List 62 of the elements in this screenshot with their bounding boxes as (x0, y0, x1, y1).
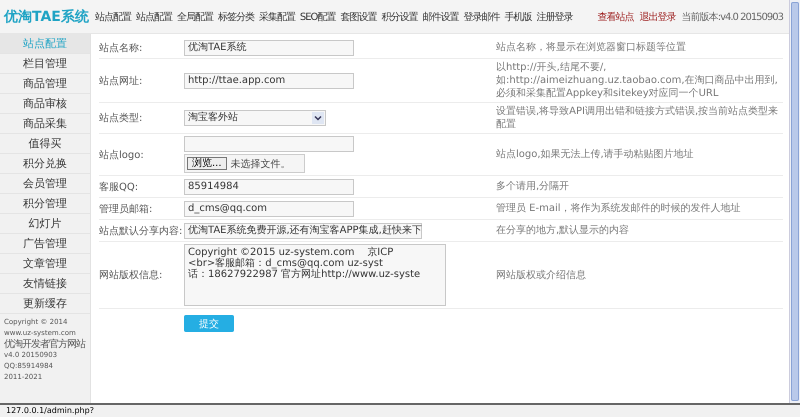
sidebar-item[interactable]: 更新缓存 (0, 294, 90, 314)
footer-text: 优淘开发者官方网站 (4, 339, 86, 350)
field-label: 站点名称: (99, 42, 144, 54)
version-text: 当前版本:v4.0 20150903 (682, 10, 783, 24)
field-hint: 设置错误,将导致API调用出错和链接方式错误,按当前站点类型来配置 (496, 105, 780, 131)
file-status: 未选择文件。 (230, 158, 291, 170)
field-hint: 以http://开头,结尾不要/,如:http://aimeizhuang.uz.taobao.com,在淘口商品中出用到,必须和采集配置Appkey和sitekey对应同一个URL (496, 61, 779, 100)
text-area-line: Copyright ©2015 uz-system.com 京ICP (188, 247, 394, 258)
sidebar-item[interactable]: 值得买 (0, 134, 90, 154)
dropdown-caret-icon[interactable] (312, 112, 324, 124)
nav-link[interactable]: SEO配置 (300, 10, 336, 24)
nav-link[interactable]: 站点配置 (136, 10, 172, 24)
sidebar-item[interactable]: 积分管理 (0, 194, 90, 214)
field-label: 网站版权信息: (99, 268, 164, 282)
field-hint: 站点名称，将显示在浏览器窗口标题等位置 (496, 41, 687, 54)
header-link[interactable]: 查看站点 (598, 10, 634, 24)
nav-link[interactable]: 注册登录 (536, 10, 572, 24)
text-field[interactable]: http://ttae.app.com (184, 72, 354, 88)
text-field[interactable]: 85914984 (184, 178, 354, 194)
sidebar-item[interactable]: 广告管理 (0, 234, 90, 254)
field-hint: 管理员 E-mail，将作为系统发邮件的时候的发件人地址 (496, 202, 742, 215)
text-field[interactable] (184, 136, 354, 152)
field-label: 站点类型: (99, 112, 144, 125)
field-label: 站点默认分享内容: (99, 224, 184, 238)
sidebar-item[interactable]: 友情链接 (0, 274, 90, 294)
field-label: 管理员邮箱: (99, 202, 154, 216)
browse-button[interactable]: 浏览... (187, 157, 227, 170)
nav-link[interactable]: 积分设置 (381, 10, 418, 24)
nav-link[interactable]: 采集配置 (258, 10, 295, 24)
nav-link[interactable]: 标签分类 (218, 10, 254, 24)
nav-link[interactable]: 全局配置 (176, 10, 213, 24)
text-field[interactable]: 优淘TAE系统免费开源,还有淘宝客APP集成,赶快来下 (184, 222, 422, 238)
text-area-line: 话：18627922987 官方网址http://www.uz-syste (188, 269, 422, 280)
status-url: 127.0.0.1/admin.php? (6, 406, 94, 415)
field-hint: 在分享的地方,默认显示的内容 (496, 224, 630, 237)
sidebar-item[interactable]: 栏目管理 (0, 54, 90, 74)
field-label: 站点网址: (99, 74, 144, 88)
nav-link[interactable]: 登录邮件 (463, 10, 500, 24)
text-area-line: <br>客服邮箱：d_cms@qq.com uz-syst (188, 258, 384, 269)
header-link[interactable]: 退出登录 (640, 10, 676, 24)
sidebar-item[interactable]: 积分兑换 (0, 154, 90, 174)
sidebar-item[interactable]: 会员管理 (0, 174, 90, 194)
nav-link[interactable]: 手机版 (504, 10, 532, 24)
sidebar-item[interactable]: 商品管理 (0, 74, 90, 94)
text-area[interactable]: Copyright ©2015 uz-system.com 京ICP <br>客服邮箱：d_cms@qq.com uz-syst 话：18627922987 官方网址http://www.uz-syste (184, 244, 446, 306)
text-field[interactable]: d_cms@qq.com (184, 200, 354, 216)
nav-link[interactable]: 站点配置 (94, 10, 131, 24)
sidebar-item[interactable]: 文章管理 (0, 254, 90, 274)
field-label: 客服QQ: (99, 180, 140, 194)
field-hint: 网站版权或介绍信息 (496, 268, 587, 282)
sidebar-item[interactable]: 商品采集 (0, 114, 90, 134)
select-value: 淘宝客外站 (188, 111, 238, 125)
nav-link[interactable]: 套图设置 (340, 10, 376, 24)
field-label: 站点logo: (99, 148, 145, 162)
site-logo: 优淘TAE系统 (4, 8, 89, 26)
sidebar-item[interactable]: 商品审核 (0, 94, 90, 114)
nav-link[interactable]: 邮件设置 (422, 10, 458, 24)
text-field[interactable]: 优淘TAE系统 (184, 40, 354, 56)
field-hint: 站点logo,如果无法上传,请手动粘贴图片地址 (496, 148, 695, 161)
sidebar-item[interactable]: 幻灯片 (0, 214, 90, 234)
field-hint: 多个请用,分隔开 (496, 180, 570, 193)
select-field[interactable]: 淘宝客外站 (184, 110, 326, 126)
